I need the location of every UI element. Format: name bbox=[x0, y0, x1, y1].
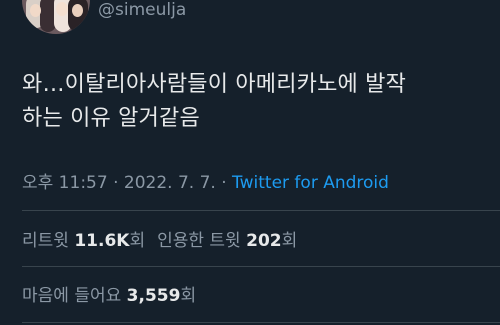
meta-separator: · bbox=[107, 173, 124, 193]
tweet-source-link[interactable]: Twitter for Android bbox=[232, 173, 389, 193]
avatar-face bbox=[72, 4, 83, 17]
quotes-stat[interactable]: 인용한 트윗 202회 bbox=[157, 231, 297, 251]
quotes-count: 202 bbox=[246, 231, 282, 251]
tweet-timestamp-row: 오후 11:57 · 2022. 7. 7. · Twitter for And… bbox=[22, 168, 389, 193]
author-handle[interactable]: @simeulja bbox=[98, 0, 186, 20]
likes-label: 마음에 들어요 bbox=[22, 286, 127, 306]
retweets-stat[interactable]: 리트윗 11.6K회 bbox=[22, 231, 145, 251]
retweet-quote-stats-row: 리트윗 11.6K회 인용한 트윗 202회 bbox=[22, 226, 297, 251]
quotes-label: 인용한 트윗 bbox=[157, 231, 247, 251]
tweet-text: 와…이탈리아사람들이 아메리카노에 발작 하는 이유 알거같음 bbox=[22, 72, 407, 131]
avatar-face bbox=[30, 4, 41, 17]
likes-stat[interactable]: 마음에 들어요 3,559회 bbox=[22, 286, 196, 306]
divider bbox=[22, 322, 500, 323]
likes-stats-row: 마음에 들어요 3,559회 bbox=[22, 281, 196, 306]
tweet-time[interactable]: 오후 11:57 bbox=[22, 173, 108, 193]
likes-count: 3,559 bbox=[126, 286, 181, 306]
divider bbox=[22, 266, 500, 267]
likes-unit: 회 bbox=[180, 286, 197, 306]
quotes-unit: 회 bbox=[281, 231, 298, 251]
avatar[interactable] bbox=[22, 0, 90, 34]
meta-separator: · bbox=[215, 173, 233, 193]
tweet-date[interactable]: 2022. 7. 7. bbox=[124, 173, 216, 193]
retweets-label: 리트윗 bbox=[22, 231, 75, 251]
divider bbox=[22, 210, 500, 211]
tweet-author-row: @simeulja bbox=[22, 0, 186, 34]
avatar-face bbox=[56, 2, 68, 16]
retweets-count: 11.6K bbox=[74, 231, 130, 251]
retweets-unit: 회 bbox=[129, 231, 146, 251]
tweet-detail: @simeulja 와…이탈리아사람들이 아메리카노에 발작 하는 이유 알거같… bbox=[0, 0, 500, 325]
